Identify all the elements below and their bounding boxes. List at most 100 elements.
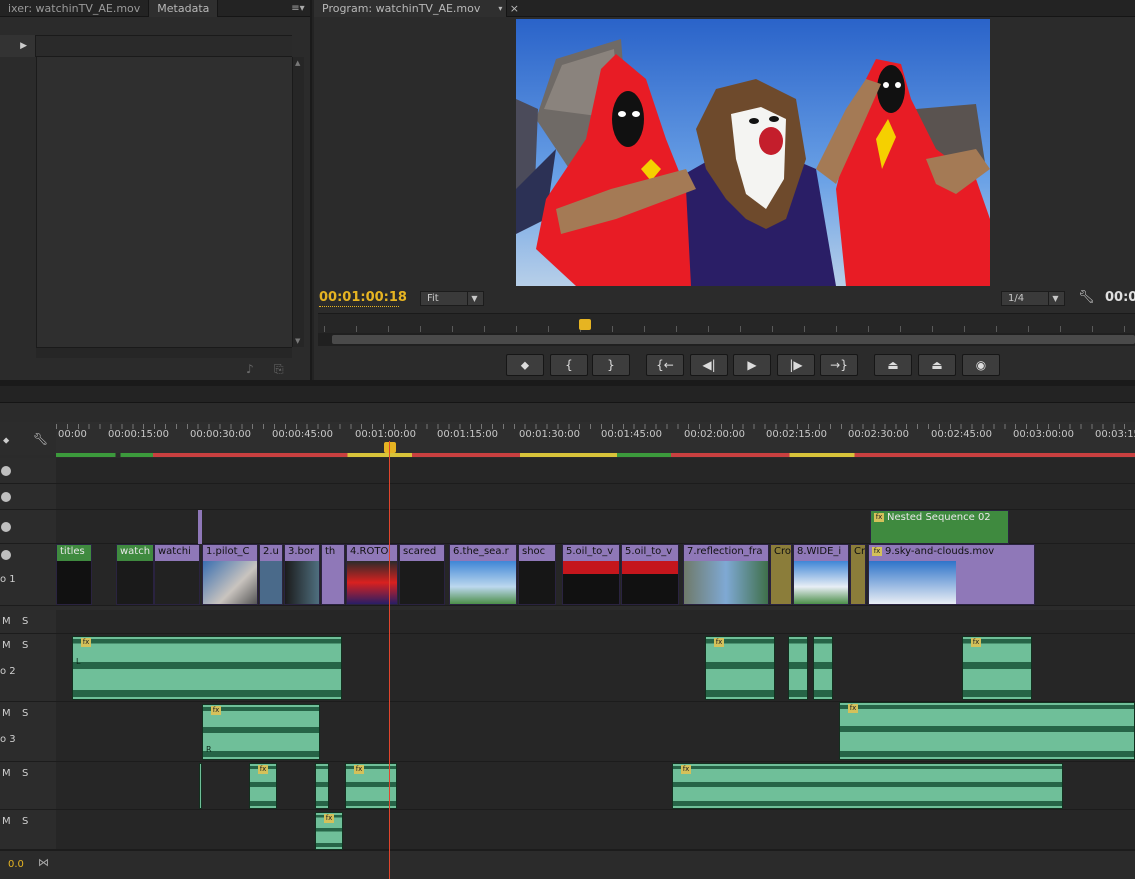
audio-track-lane-a2[interactable]: fx L fx fx: [56, 634, 1135, 702]
extract-button[interactable]: ⏏: [918, 354, 956, 376]
audio-track-lane[interactable]: fx fx fx: [56, 762, 1135, 810]
zoom-level-value[interactable]: 0.0: [8, 859, 24, 870]
audio-track-header[interactable]: M S: [0, 810, 56, 850]
mute-toggle[interactable]: M: [2, 640, 11, 651]
eye-icon[interactable]: [1, 466, 11, 476]
video-clip[interactable]: scared: [399, 544, 445, 605]
solo-toggle[interactable]: S: [22, 816, 28, 827]
video-clip[interactable]: watch: [116, 544, 154, 605]
metadata-vertical-scrollbar[interactable]: ▲ ▼: [292, 57, 304, 347]
triangle-right-icon[interactable]: ▶: [0, 35, 36, 57]
eye-icon[interactable]: [1, 550, 11, 560]
video-track-header[interactable]: [0, 510, 56, 544]
playhead-marker-icon[interactable]: [579, 319, 591, 330]
add-marker-button[interactable]: ⬥: [506, 354, 544, 376]
video-clip[interactable]: 3.bor: [284, 544, 320, 605]
lift-button[interactable]: ⏏: [874, 354, 912, 376]
playhead-line[interactable]: [389, 441, 390, 879]
eye-icon[interactable]: [1, 492, 11, 502]
video-clip[interactable]: 8.WIDE_i: [793, 544, 849, 605]
mute-toggle[interactable]: M: [2, 768, 11, 779]
video-clip[interactable]: shoc: [518, 544, 556, 605]
playhead-handle-icon[interactable]: [384, 442, 396, 453]
video-clip[interactable]: [198, 510, 202, 544]
program-zoom-scrollbar[interactable]: [318, 333, 1135, 346]
audio-clip[interactable]: fx: [705, 636, 775, 700]
mute-toggle[interactable]: M: [2, 616, 11, 627]
close-icon[interactable]: ×: [507, 2, 521, 15]
scroll-down-icon[interactable]: ▼: [295, 337, 300, 345]
audio-clip[interactable]: fx: [672, 763, 1063, 809]
audio-clip[interactable]: fx: [962, 636, 1032, 700]
audio-track-header-a2[interactable]: M S o 2: [0, 634, 56, 702]
scroll-up-icon[interactable]: ▲: [295, 59, 300, 67]
video-clip[interactable]: 1.pilot_C: [202, 544, 258, 605]
audio-clip[interactable]: fx: [315, 812, 343, 850]
solo-toggle[interactable]: S: [22, 616, 28, 627]
metadata-horizontal-scrollbar[interactable]: [36, 347, 292, 358]
audio-clip[interactable]: fx L: [72, 636, 342, 700]
mark-in-button[interactable]: {: [550, 354, 588, 376]
audio-track-lane[interactable]: [56, 610, 1135, 634]
export-icon[interactable]: ⎘: [274, 362, 284, 377]
audio-clip[interactable]: fx: [839, 702, 1135, 760]
program-video-frame[interactable]: [516, 19, 990, 286]
tab-program[interactable]: Program: watchinTV_AE.mov ▾: [314, 0, 508, 17]
eye-icon[interactable]: [1, 522, 11, 532]
mute-toggle[interactable]: M: [2, 816, 11, 827]
video-clip[interactable]: 5.oil_to_v: [562, 544, 620, 605]
audio-track-lane-a3[interactable]: fx R fx: [56, 702, 1135, 762]
export-frame-button[interactable]: ◉: [962, 354, 1000, 376]
video-clip[interactable]: 7.reflection_fra: [683, 544, 769, 605]
wrench-icon[interactable]: 🔧︎: [33, 432, 48, 446]
video-track-header-v1[interactable]: o 1: [0, 544, 56, 606]
audio-track-lane[interactable]: fx: [56, 810, 1135, 850]
wrench-icon[interactable]: 🔧︎: [1078, 290, 1095, 305]
audio-clip[interactable]: [199, 763, 202, 809]
audio-clip[interactable]: [788, 636, 808, 700]
add-marker-icon[interactable]: ⬥: [3, 436, 9, 446]
mark-out-button[interactable]: }: [592, 354, 630, 376]
audio-track-header[interactable]: M S: [0, 762, 56, 810]
video-clip[interactable]: watchi: [154, 544, 200, 605]
audio-clip[interactable]: [315, 763, 329, 809]
solo-toggle[interactable]: S: [22, 640, 28, 651]
video-clip[interactable]: titles: [56, 544, 92, 605]
play-button[interactable]: ▶: [733, 354, 771, 376]
video-clip[interactable]: th: [321, 544, 345, 605]
video-clip[interactable]: 2.u: [259, 544, 283, 605]
video-track-lane-v1[interactable]: titles watch watchi 1.pilot_C 2.u 3.bor …: [56, 544, 1135, 606]
tab-audio-mixer[interactable]: ixer: watchinTV_AE.mov: [0, 0, 150, 17]
video-track-header[interactable]: [0, 458, 56, 484]
video-track-header[interactable]: [0, 484, 56, 510]
video-track-lane[interactable]: fx Nested Sequence 02: [56, 510, 1135, 544]
step-back-button[interactable]: ◀|: [690, 354, 728, 376]
video-clip[interactable]: fx 9.sky-and-clouds.mov: [868, 544, 1035, 605]
nested-sequence-clip[interactable]: fx Nested Sequence 02: [870, 510, 1009, 544]
step-forward-button[interactable]: |▶: [777, 354, 815, 376]
resolution-dropdown[interactable]: 1/4 ▼: [1001, 291, 1065, 306]
zoom-fit-icon[interactable]: ⋈: [38, 856, 49, 869]
audio-track-header[interactable]: M S: [0, 610, 56, 634]
video-clip[interactable]: 4.ROTO: [346, 544, 398, 605]
solo-toggle[interactable]: S: [22, 708, 28, 719]
video-clip[interactable]: 6.the_sea.r: [449, 544, 517, 605]
go-to-out-button[interactable]: →}: [820, 354, 858, 376]
video-clip[interactable]: Cro: [770, 544, 792, 605]
go-to-in-button[interactable]: {←: [646, 354, 684, 376]
video-track-lane[interactable]: [56, 458, 1135, 484]
panel-dropdown-icon[interactable]: ▾: [498, 0, 502, 17]
current-timecode[interactable]: 00:01:00:18: [319, 290, 407, 305]
video-clip[interactable]: Cr: [850, 544, 866, 605]
audio-clip[interactable]: fx R: [202, 704, 320, 760]
audio-clip[interactable]: [813, 636, 833, 700]
zoom-dropdown[interactable]: Fit ▼: [420, 291, 484, 306]
tab-metadata[interactable]: Metadata: [149, 0, 219, 17]
audio-track-header-a3[interactable]: M S o 3: [0, 702, 56, 762]
video-track-lane[interactable]: [56, 484, 1135, 510]
audio-clip[interactable]: fx: [249, 763, 277, 809]
program-mini-ruler[interactable]: [318, 313, 1135, 333]
time-ruler[interactable]: 00:00 00:00:15:00 00:00:30:00 00:00:45:0…: [56, 422, 1135, 455]
mute-toggle[interactable]: M: [2, 708, 11, 719]
solo-toggle[interactable]: S: [22, 768, 28, 779]
